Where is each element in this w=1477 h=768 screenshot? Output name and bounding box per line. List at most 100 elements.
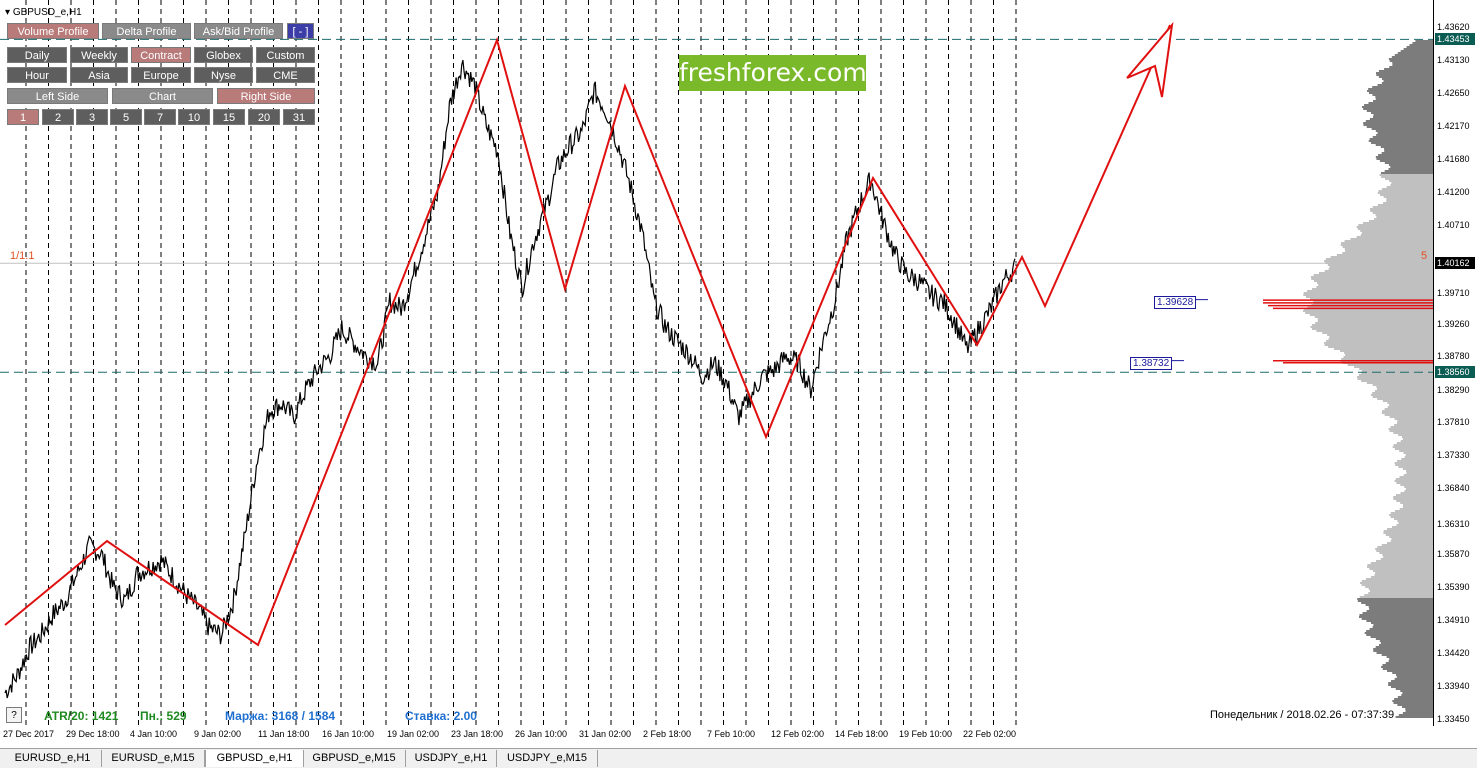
profile-bar bbox=[1363, 108, 1433, 110]
toolbar-button-contract[interactable]: Contract bbox=[131, 47, 191, 63]
profile-bar bbox=[1376, 216, 1433, 218]
toolbar-button-nyse[interactable]: Nyse bbox=[194, 67, 253, 83]
toolbar-button-31[interactable]: 31 bbox=[283, 109, 315, 125]
profile-bar bbox=[1359, 614, 1433, 616]
toolbar-button-5[interactable]: 5 bbox=[110, 109, 142, 125]
profile-bar bbox=[1370, 562, 1433, 564]
profile-bar bbox=[1366, 382, 1433, 384]
toolbar-button-3[interactable]: 3 bbox=[76, 109, 108, 125]
profile-bar bbox=[1392, 672, 1433, 674]
profile-bar bbox=[1402, 468, 1433, 470]
price-tag: 1.38560 bbox=[1435, 366, 1475, 379]
toolbar-button-europe[interactable]: Europe bbox=[131, 67, 191, 83]
profile-bar bbox=[1357, 598, 1433, 600]
toolbar-button-15[interactable]: 15 bbox=[213, 109, 245, 125]
toolbar-button-2[interactable]: 2 bbox=[42, 109, 74, 125]
toolbar-button-globex[interactable]: Globex bbox=[194, 47, 253, 63]
profile-bar bbox=[1384, 178, 1433, 180]
level-box-upper[interactable]: 1.39628 bbox=[1154, 296, 1197, 309]
profile-bar bbox=[1310, 326, 1433, 328]
toolbar-button-7[interactable]: 7 bbox=[144, 109, 176, 125]
chart-tab[interactable]: EURUSD_e,M15 bbox=[102, 750, 205, 767]
profile-bar bbox=[1368, 92, 1433, 94]
profile-bar bbox=[1368, 220, 1433, 222]
profile-bar bbox=[1382, 668, 1433, 670]
price-tick-label: 1.42650 bbox=[1437, 88, 1470, 98]
profile-bar bbox=[1400, 484, 1433, 486]
profile-bar bbox=[1358, 616, 1433, 618]
toolbar-button-volume-profile[interactable]: Volume Profile bbox=[7, 23, 99, 39]
profile-bar bbox=[1383, 530, 1433, 532]
price-tick-label: 1.33450 bbox=[1437, 714, 1470, 724]
profile-bar bbox=[1389, 60, 1433, 62]
profile-bar bbox=[1386, 200, 1433, 202]
time-tick-label: 19 Feb 10:00 bbox=[899, 729, 953, 739]
profile-bar bbox=[1397, 422, 1433, 424]
profile-bar bbox=[1385, 662, 1433, 664]
profile-bar bbox=[1382, 410, 1433, 412]
profile-bar bbox=[1392, 64, 1433, 66]
profile-bar bbox=[1361, 380, 1433, 382]
toolbar-button-left-side[interactable]: Left Side bbox=[7, 88, 108, 104]
toolbar-button-20[interactable]: 20 bbox=[248, 109, 280, 125]
profile-bar bbox=[1378, 644, 1433, 646]
profile-bar bbox=[1398, 466, 1433, 468]
profile-bar bbox=[1402, 706, 1433, 708]
profile-bar bbox=[1399, 476, 1433, 478]
profile-bar bbox=[1390, 686, 1433, 688]
toolbar-button-hour[interactable]: Hour bbox=[7, 67, 67, 83]
toolbar-button-right-side[interactable]: Right Side bbox=[217, 88, 315, 104]
profile-bar bbox=[1358, 224, 1433, 226]
chart-tab[interactable]: GBPUSD_e,M15 bbox=[303, 750, 406, 767]
chart-tab[interactable]: USDJPY_e,M15 bbox=[497, 750, 598, 767]
time-tick-label: 31 Jan 02:00 bbox=[579, 729, 632, 739]
profile-bar bbox=[1316, 286, 1433, 288]
toolbar-button-asia[interactable]: Asia bbox=[70, 67, 128, 83]
toolbar-button-chart[interactable]: Chart bbox=[112, 88, 213, 104]
profile-bar bbox=[1368, 588, 1433, 590]
toolbar-button-[interactable]: [ - ] bbox=[287, 23, 314, 39]
toolbar-button-weekly[interactable]: Weekly bbox=[70, 47, 128, 63]
profile-bar bbox=[1384, 414, 1433, 416]
price-tag: 1.40162 bbox=[1435, 257, 1475, 270]
chart-tab[interactable]: GBPUSD_e,H1 bbox=[205, 750, 304, 767]
time-tick-label: 2 Feb 18:00 bbox=[643, 729, 692, 739]
toolbar-button-10[interactable]: 10 bbox=[178, 109, 210, 125]
profile-bar bbox=[1314, 316, 1433, 318]
profile-bar bbox=[1376, 388, 1433, 390]
profile-bar bbox=[1394, 480, 1433, 482]
profile-bar bbox=[1356, 226, 1433, 228]
profile-bar bbox=[1380, 146, 1433, 148]
profile-bar bbox=[1369, 138, 1433, 140]
profile-bar bbox=[1364, 632, 1433, 634]
profile-bar bbox=[1341, 358, 1433, 360]
profile-bar bbox=[1394, 54, 1433, 56]
chart-tab[interactable]: USDJPY_e,H1 bbox=[406, 750, 497, 767]
profile-bar bbox=[1386, 528, 1433, 530]
profile-bar bbox=[1394, 510, 1433, 512]
toolbar-button-ask-bid-profile[interactable]: Ask/Bid Profile bbox=[194, 23, 283, 39]
profile-bar bbox=[1366, 634, 1433, 636]
level-box-lower[interactable]: 1.38732 bbox=[1130, 357, 1173, 370]
toolbar-button-delta-profile[interactable]: Delta Profile bbox=[102, 23, 191, 39]
help-button[interactable]: ? bbox=[6, 707, 22, 723]
chart-tab[interactable]: EURUSD_e,H1 bbox=[4, 750, 102, 767]
profile-bar bbox=[1404, 490, 1433, 492]
dropdown-triangle-icon[interactable]: ▾ bbox=[5, 7, 10, 18]
profile-bar bbox=[1361, 232, 1433, 234]
price-tick-label: 1.42170 bbox=[1437, 120, 1470, 131]
profile-bar bbox=[1313, 274, 1433, 276]
profile-bar bbox=[1397, 696, 1433, 698]
profile-bar bbox=[1389, 430, 1433, 432]
toolbar-button-1[interactable]: 1 bbox=[7, 109, 39, 125]
profile-bar bbox=[1374, 390, 1433, 392]
profile-bar bbox=[1375, 144, 1433, 146]
profile-bar bbox=[1344, 352, 1433, 354]
profile-bar bbox=[1311, 278, 1433, 280]
toolbar-button-custom[interactable]: Custom bbox=[256, 47, 315, 63]
profile-bar bbox=[1365, 604, 1433, 606]
profile-bar bbox=[1394, 448, 1433, 450]
toolbar-button-cme[interactable]: CME bbox=[256, 67, 315, 83]
toolbar-button-daily[interactable]: Daily bbox=[7, 47, 67, 63]
count-label: 5 bbox=[1421, 250, 1428, 262]
